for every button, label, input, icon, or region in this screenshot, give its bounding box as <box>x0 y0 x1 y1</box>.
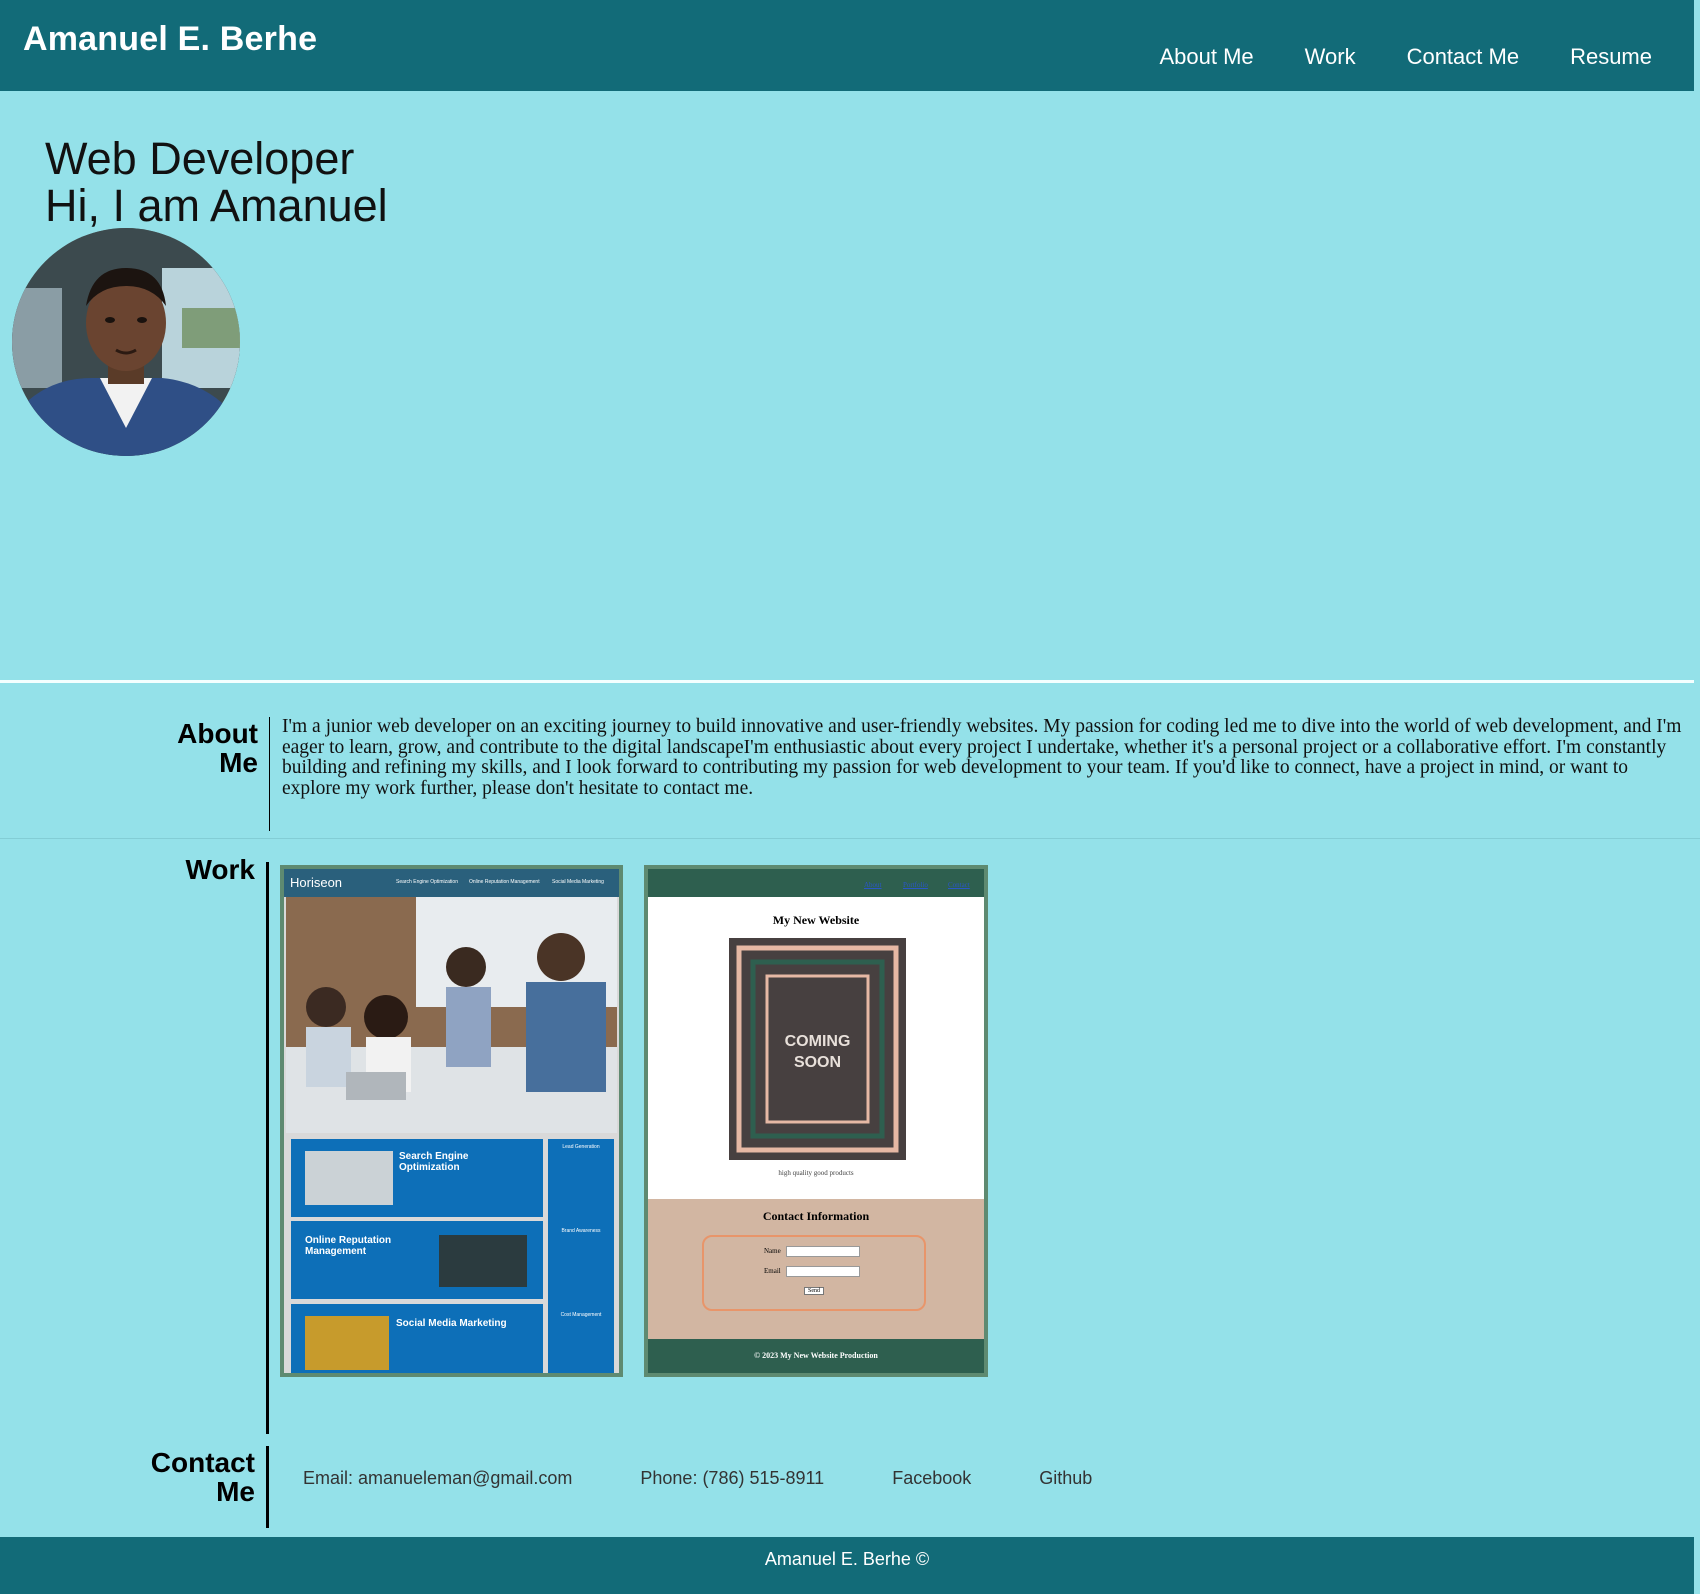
mnw-title: My New Website <box>772 913 860 927</box>
mnw-contact-section: Contact Information Name Email Send <box>648 1199 984 1339</box>
horiseon-hero-image <box>286 897 617 1133</box>
horiseon-navbar: Horiseon Search Engine Optimization Onli… <box>284 869 619 897</box>
horiseon-smm-image <box>305 1316 389 1370</box>
mnw-link-about: About <box>864 881 882 889</box>
contact-divider-line <box>266 1446 269 1528</box>
avatar-photo <box>12 228 240 456</box>
site-brand[interactable]: Amanuel E. Berhe <box>23 20 317 59</box>
hero-greeting: Hi, I am Amanuel <box>45 180 388 231</box>
mnw-email-field <box>786 1266 860 1277</box>
main-nav: About Me Work Contact Me Resume <box>1159 44 1652 70</box>
horiseon-seo-card: Search Engine Optimization <box>291 1139 543 1217</box>
section-separator <box>0 838 1700 839</box>
work-divider-line <box>266 862 269 1434</box>
horiseon-nav-seo: Search Engine Optimization <box>396 879 458 885</box>
mnw-footer: © 2023 My New Website Production <box>648 1339 984 1373</box>
contact-github-link[interactable]: Github <box>1039 1468 1092 1489</box>
contact-links: Email: amanueleman@gmail.com Phone: (786… <box>303 1468 1092 1489</box>
site-footer: Amanuel E. Berhe © <box>0 1537 1694 1594</box>
about-heading: About Me <box>177 718 258 778</box>
mnw-contact-form: Name Email Send <box>702 1235 926 1311</box>
mnw-coming-soon-text: COMING SOON <box>784 1033 851 1071</box>
horiseon-logo: Horiseon <box>290 875 343 890</box>
horiseon-nav-smm: Social Media Marketing <box>552 879 604 885</box>
contact-facebook-link[interactable]: Facebook <box>892 1468 971 1489</box>
contact-phone-link[interactable]: Phone: (786) 515-8911 <box>640 1468 824 1489</box>
contact-heading: Contact Me <box>150 1447 255 1507</box>
avatar <box>12 228 240 456</box>
horiseon-nav-orm: Online Reputation Management <box>469 879 540 885</box>
horiseon-smm-card: Social Media Marketing <box>291 1304 543 1373</box>
horiseon-side-cost: Cost Management <box>560 1312 602 1318</box>
hero-heading: Web Developer Hi, I am Amanuel <box>45 135 388 229</box>
horiseon-orm-card: Online Reputation Management <box>291 1221 543 1299</box>
horiseon-seo-image <box>305 1151 393 1205</box>
work-heading: Work <box>185 854 256 885</box>
mnw-send-button: Send <box>804 1287 824 1295</box>
mnw-name-label: Name <box>764 1247 781 1255</box>
horiseon-side-lead: Lead Generation <box>562 1144 600 1150</box>
about-text: I'm a junior web developer on an excitin… <box>282 716 1682 799</box>
horiseon-orm-image <box>439 1235 527 1287</box>
nav-resume[interactable]: Resume <box>1570 44 1652 70</box>
horiseon-side-brand: Brand Awareness <box>561 1228 601 1234</box>
project-card-horiseon[interactable]: Horiseon Search Engine Optimization Onli… <box>280 865 623 1377</box>
project-card-my-new-website[interactable]: About Portfolio Contact My New Website C… <box>644 865 988 1377</box>
nav-about-me[interactable]: About Me <box>1159 44 1253 70</box>
mnw-link-contact: Contact <box>948 881 970 889</box>
mnw-contact-title: Contact Information <box>762 1209 870 1223</box>
about-divider-line <box>269 717 270 831</box>
hero-role: Web Developer <box>45 133 355 184</box>
mnw-navbar: About Portfolio Contact <box>648 869 984 897</box>
horiseon-orm-title: Online Reputation Management <box>305 1235 392 1257</box>
mnw-email-label: Email <box>764 1267 781 1275</box>
horiseon-smm-title: Social Media Marketing <box>396 1318 507 1329</box>
mnw-caption: high quality good products <box>778 1169 854 1177</box>
nav-work[interactable]: Work <box>1305 44 1356 70</box>
site-header: Amanuel E. Berhe About Me Work Contact M… <box>0 0 1694 91</box>
horiseon-seo-title: Search Engine Optimization <box>399 1151 469 1173</box>
mnw-link-portfolio: Portfolio <box>903 881 928 889</box>
section-divider <box>0 680 1694 683</box>
nav-contact-me[interactable]: Contact Me <box>1407 44 1520 70</box>
contact-email-link[interactable]: Email: amanueleman@gmail.com <box>303 1468 572 1489</box>
horiseon-sidebar: Lead Generation Brand Awareness Cost Man… <box>548 1139 614 1373</box>
mnw-name-field <box>786 1246 860 1257</box>
